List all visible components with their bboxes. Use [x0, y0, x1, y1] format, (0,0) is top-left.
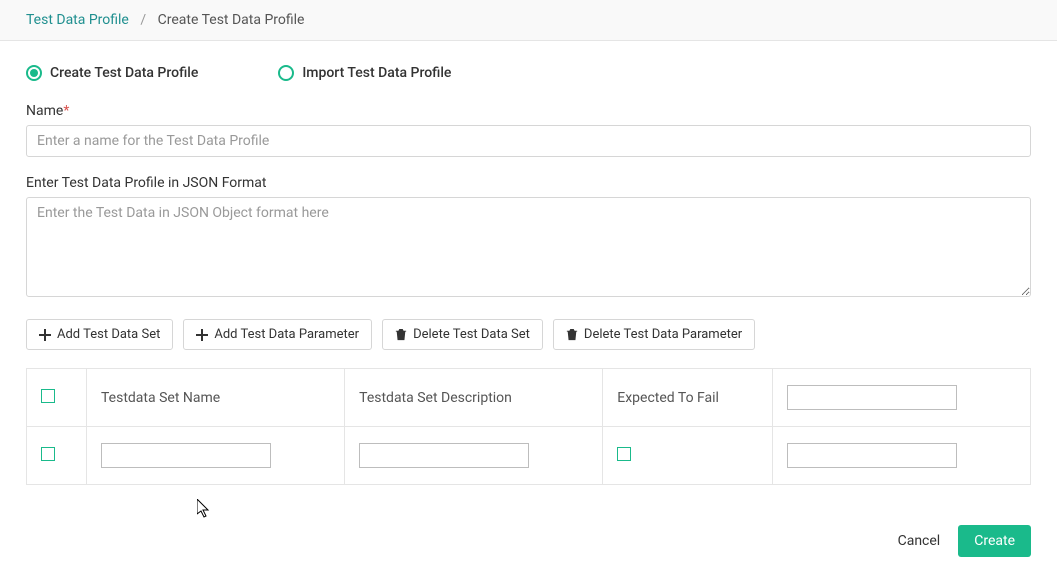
row-fail-checkbox[interactable]: [617, 447, 631, 461]
json-input[interactable]: [26, 197, 1031, 297]
radio-import-label: Import Test Data Profile: [302, 65, 451, 81]
delete-test-data-parameter-button[interactable]: Delete Test Data Parameter: [553, 319, 755, 350]
name-label: Name*: [26, 103, 1031, 119]
add-param-label: Add Test Data Parameter: [214, 327, 359, 342]
col-extra: [772, 369, 1030, 427]
breadcrumb-current: Create Test Data Profile: [158, 12, 305, 28]
row-name-input[interactable]: [101, 443, 271, 468]
row-extra-input[interactable]: [787, 443, 957, 468]
radio-create-label: Create Test Data Profile: [50, 65, 198, 81]
add-test-data-set-button[interactable]: Add Test Data Set: [26, 319, 173, 350]
table-row: [27, 427, 1031, 485]
delete-set-label: Delete Test Data Set: [413, 327, 530, 342]
profile-mode-radios: Create Test Data Profile Import Test Dat…: [26, 65, 1031, 81]
cancel-button[interactable]: Cancel: [898, 533, 941, 549]
header-extra-input[interactable]: [787, 385, 957, 410]
radio-import-profile[interactable]: Import Test Data Profile: [278, 65, 451, 81]
radio-icon: [278, 65, 294, 81]
col-desc: Testdata Set Description: [345, 369, 603, 427]
radio-create-profile[interactable]: Create Test Data Profile: [26, 65, 198, 81]
add-test-data-parameter-button[interactable]: Add Test Data Parameter: [183, 319, 372, 350]
plus-icon: [39, 329, 51, 341]
add-set-label: Add Test Data Set: [57, 327, 160, 342]
delete-test-data-set-button[interactable]: Delete Test Data Set: [382, 319, 543, 350]
toolbar: Add Test Data Set Add Test Data Paramete…: [26, 319, 1031, 350]
footer-actions: Cancel Create: [26, 525, 1031, 557]
required-asterisk: *: [63, 103, 69, 119]
breadcrumb-parent-link[interactable]: Test Data Profile: [26, 12, 129, 28]
col-fail: Expected To Fail: [603, 369, 773, 427]
test-data-table: Testdata Set Name Testdata Set Descripti…: [26, 368, 1031, 485]
row-desc-input[interactable]: [359, 443, 529, 468]
name-input[interactable]: [26, 125, 1031, 157]
delete-param-label: Delete Test Data Parameter: [584, 327, 742, 342]
trash-icon: [566, 329, 578, 341]
trash-icon: [395, 329, 407, 341]
row-checkbox[interactable]: [41, 447, 55, 461]
select-all-checkbox[interactable]: [41, 389, 55, 403]
plus-icon: [196, 329, 208, 341]
breadcrumb-separator: /: [140, 12, 146, 28]
breadcrumb: Test Data Profile / Create Test Data Pro…: [0, 0, 1057, 41]
create-button[interactable]: Create: [958, 525, 1031, 557]
radio-icon: [26, 65, 42, 81]
col-name: Testdata Set Name: [87, 369, 345, 427]
table-header-row: Testdata Set Name Testdata Set Descripti…: [27, 369, 1031, 427]
name-label-text: Name: [26, 103, 63, 119]
json-label: Enter Test Data Profile in JSON Format: [26, 175, 1031, 191]
